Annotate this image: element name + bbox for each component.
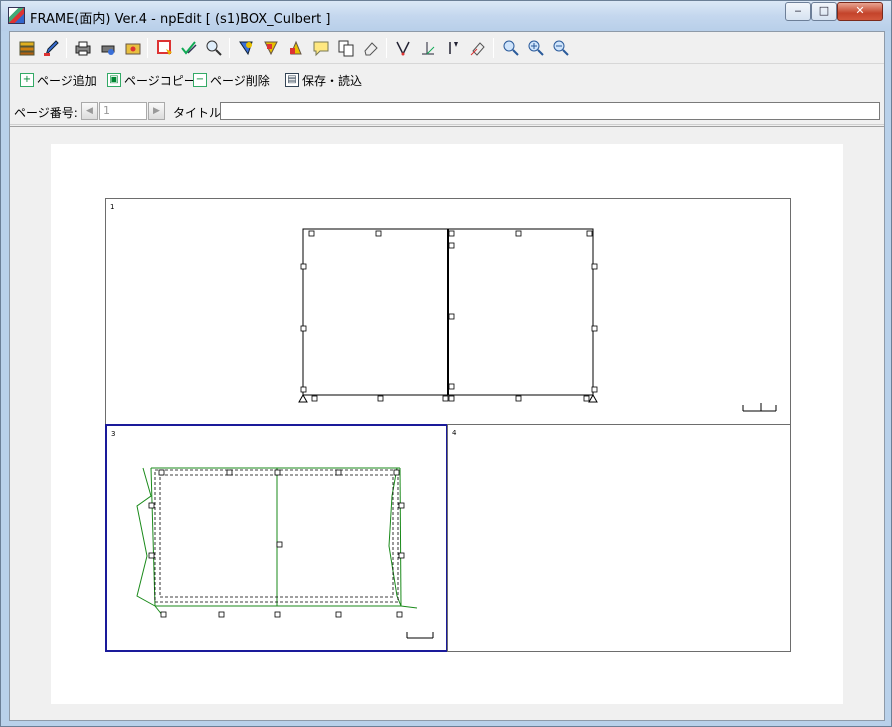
delete-page-label: ページ削除 — [210, 73, 270, 88]
add-page-button[interactable]: + ページ追加 — [20, 71, 97, 89]
maximize-button[interactable]: □ — [811, 2, 837, 21]
toolbar-separator — [229, 38, 230, 58]
load-icon[interactable] — [442, 37, 464, 59]
main-toolbar — [10, 32, 884, 64]
shape-a-icon[interactable] — [235, 37, 257, 59]
add-page-label: ページ追加 — [37, 73, 97, 88]
panel-number: 4 — [452, 429, 457, 437]
print-setup-icon[interactable] — [97, 37, 119, 59]
shape-c-icon[interactable] — [285, 37, 307, 59]
page-number-input[interactable]: 1 — [99, 102, 147, 120]
save-load-label: 保存・読込 — [302, 73, 363, 88]
panel-number: 3 — [111, 430, 116, 438]
delete-page-icon: − — [193, 73, 207, 87]
next-page-button[interactable]: ▶ — [148, 102, 165, 120]
copy-page-label: ページコピー — [124, 73, 196, 88]
minimize-button[interactable]: ‒ — [785, 2, 811, 21]
save-load-icon: ▤ — [285, 73, 299, 87]
frame-model-diagram — [298, 228, 777, 412]
check-icon[interactable] — [178, 37, 200, 59]
title-label: タイトル: — [173, 106, 226, 120]
client-area: + ページ追加 ▣ ページコピー − ページ削除 ▤ 保存・読込 ページ番号: … — [9, 31, 885, 721]
comment-icon[interactable] — [310, 37, 332, 59]
panel-3[interactable]: 3 — [105, 424, 448, 652]
toolbar-separator — [386, 38, 387, 58]
delete-icon[interactable] — [467, 37, 489, 59]
add-page-icon: + — [20, 73, 34, 87]
save-load-button[interactable]: ▤ 保存・読込 — [285, 71, 362, 89]
copy-icon[interactable] — [335, 37, 357, 59]
page-number-label: ページ番号: — [14, 106, 78, 120]
panel-number: 1 — [110, 203, 115, 211]
delete-page-button[interactable]: − ページ削除 — [193, 71, 270, 89]
work-area: 1 3 4 — [10, 126, 884, 720]
panel-4[interactable]: 4 — [447, 424, 791, 652]
app-window: FRAME(面内) Ver.4 - npEdit [ (s1)BOX_Culbe… — [0, 0, 892, 727]
shape-b-icon[interactable] — [260, 37, 282, 59]
pen-icon[interactable] — [40, 37, 62, 59]
zoom-in-icon[interactable] — [500, 37, 522, 59]
copy-page-button[interactable]: ▣ ページコピー — [107, 71, 196, 89]
zoom-plus-icon[interactable] — [525, 37, 547, 59]
printer-icon[interactable] — [72, 37, 94, 59]
panel-1[interactable]: 1 — [105, 198, 791, 425]
window-title: FRAME(面内) Ver.4 - npEdit [ (s1)BOX_Culbe… — [30, 12, 331, 27]
toolbar-separator — [493, 38, 494, 58]
copy-page-icon: ▣ — [107, 73, 121, 87]
zoom-region-icon[interactable] — [203, 37, 225, 59]
close-button[interactable]: ✕ — [837, 2, 883, 21]
page-command-bar: + ページ追加 ▣ ページコピー − ページ削除 ▤ 保存・読込 — [10, 65, 884, 95]
app-icon[interactable] — [8, 7, 25, 24]
result-diagram — [136, 467, 434, 639]
title-bar: FRAME(面内) Ver.4 - npEdit [ (s1)BOX_Culbe… — [1, 1, 891, 31]
page-field-bar: ページ番号: ◀ 1 ▶ タイトル: — [10, 95, 884, 125]
toolbar-separator — [147, 38, 148, 58]
member-icon[interactable] — [392, 37, 414, 59]
title-input[interactable] — [220, 102, 880, 120]
folder-icon[interactable] — [122, 37, 144, 59]
eraser-icon[interactable] — [360, 37, 382, 59]
zoom-fit-icon[interactable] — [550, 37, 572, 59]
toolbar-separator — [66, 38, 67, 58]
stack-icon[interactable] — [16, 37, 38, 59]
node-icon[interactable] — [417, 37, 439, 59]
print-page: 1 3 4 — [51, 144, 843, 704]
frame-icon[interactable] — [154, 37, 176, 59]
prev-page-button[interactable]: ◀ — [81, 102, 98, 120]
